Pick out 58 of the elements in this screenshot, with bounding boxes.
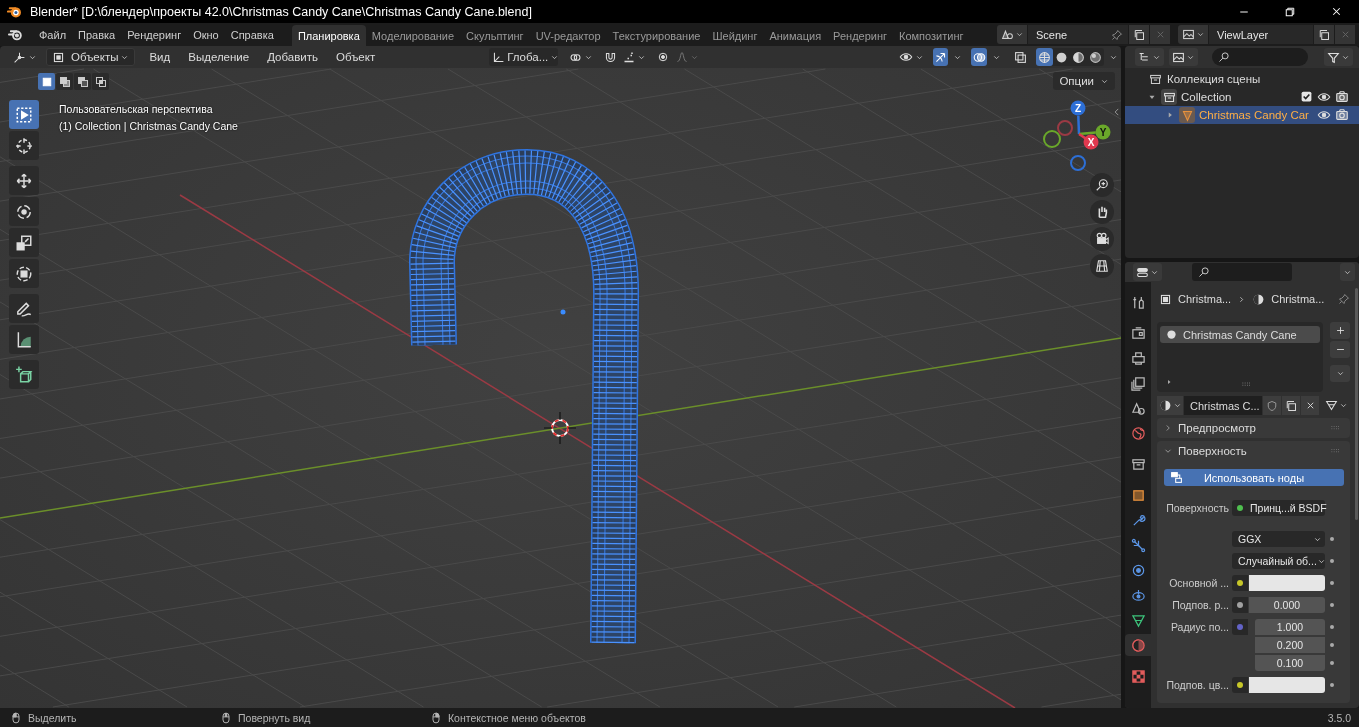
use-nodes-button[interactable]: Использовать ноды xyxy=(1164,469,1344,486)
window-title: Blender* [D:\блендер\проекты 42.0\Christmas Candy Cane\Christmas Candy Cane.blend] xyxy=(30,4,532,19)
version-label: 3.5.0 xyxy=(1327,711,1351,724)
mode-dropdown[interactable]: Объекты xyxy=(46,48,136,66)
axis-label: Y xyxy=(1099,126,1107,138)
item-label: Коллекция сцены xyxy=(1167,73,1261,85)
menu-item[interactable]: Окно xyxy=(187,24,225,45)
menu-item[interactable]: Правка xyxy=(72,24,122,45)
workspace-tab[interactable]: UV-редактор xyxy=(529,25,607,46)
view-name: Пользовательская перспектива xyxy=(59,102,214,117)
shader-link-field[interactable]: Принц...й BSDF xyxy=(1232,500,1325,516)
object-info: (1) Collection | Christmas Candy Cane xyxy=(59,119,238,134)
orientation-dropdown[interactable]: Глоба... xyxy=(489,48,559,66)
workspace-tab[interactable]: Рендеринг xyxy=(827,25,894,46)
options-dropdown[interactable]: Опции xyxy=(1053,72,1115,90)
workspace-tab[interactable]: Композитинг xyxy=(893,25,970,46)
number-field[interactable]: 0.200 xyxy=(1255,637,1325,653)
status-hint: Выделить xyxy=(28,711,77,724)
menu-item[interactable]: Файл xyxy=(33,24,73,45)
status-hint: Контекстное меню объектов xyxy=(448,711,586,724)
item-label: Christmas Candy Car xyxy=(1199,109,1309,121)
menu-item[interactable]: Справка xyxy=(224,24,280,45)
workspace-tab[interactable]: Планировка xyxy=(291,25,366,46)
field-label: Основной ... xyxy=(1168,577,1230,589)
view-layer-field[interactable]: ViewLayer xyxy=(1209,25,1313,44)
menu-item[interactable]: Добавить xyxy=(259,48,326,66)
axis-label: X xyxy=(1087,136,1095,148)
menu-item[interactable]: Рендеринг xyxy=(121,24,188,45)
material-slot[interactable]: Christmas Candy Cane xyxy=(1160,326,1320,343)
number-field[interactable]: 0.000 xyxy=(1249,597,1325,613)
outliner-row[interactable]: Collection xyxy=(1125,88,1359,106)
status-hint: Повернуть вид xyxy=(238,711,311,724)
menu-item[interactable]: Выделение xyxy=(180,48,258,66)
axis-label: Z xyxy=(1074,102,1082,114)
workspace-tab[interactable]: Моделирование xyxy=(365,25,461,46)
dropdown[interactable]: GGX xyxy=(1232,531,1325,547)
breadcrumb-item: Christma... xyxy=(1178,293,1232,305)
number-field[interactable]: 1.000 xyxy=(1255,619,1325,635)
field-label: Поверхность xyxy=(1165,502,1230,514)
menu-item[interactable]: Объект xyxy=(328,48,384,66)
outliner-row[interactable]: Коллекция сцены xyxy=(1125,70,1359,88)
field-label: Подпов. цв... xyxy=(1165,679,1230,691)
workspace-tab[interactable]: Скульптинг xyxy=(460,25,530,46)
number-field[interactable]: 0.100 xyxy=(1255,655,1325,671)
field-label: Подпов. р... xyxy=(1171,599,1230,611)
scene-field[interactable]: Scene xyxy=(1028,25,1128,44)
panel-header[interactable]: Поверхность xyxy=(1157,441,1350,461)
field-label: Радиус по... xyxy=(1169,621,1230,633)
menu-item[interactable]: Вид xyxy=(141,48,179,66)
workspace-tab[interactable]: Анимация xyxy=(763,25,828,46)
outliner-row[interactable]: Christmas Candy Car xyxy=(1125,106,1359,124)
dropdown[interactable]: Случайный об... xyxy=(1232,553,1325,569)
item-label: Collection xyxy=(1181,91,1232,103)
workspace-tab[interactable]: Шейдинг xyxy=(706,25,764,46)
panel-header[interactable]: Предпросмотр xyxy=(1157,418,1350,438)
material-name-field[interactable]: Christmas C... xyxy=(1184,396,1262,415)
breadcrumb-item: Christma... xyxy=(1271,293,1325,305)
workspace-tab[interactable]: Текстурирование xyxy=(606,25,707,46)
